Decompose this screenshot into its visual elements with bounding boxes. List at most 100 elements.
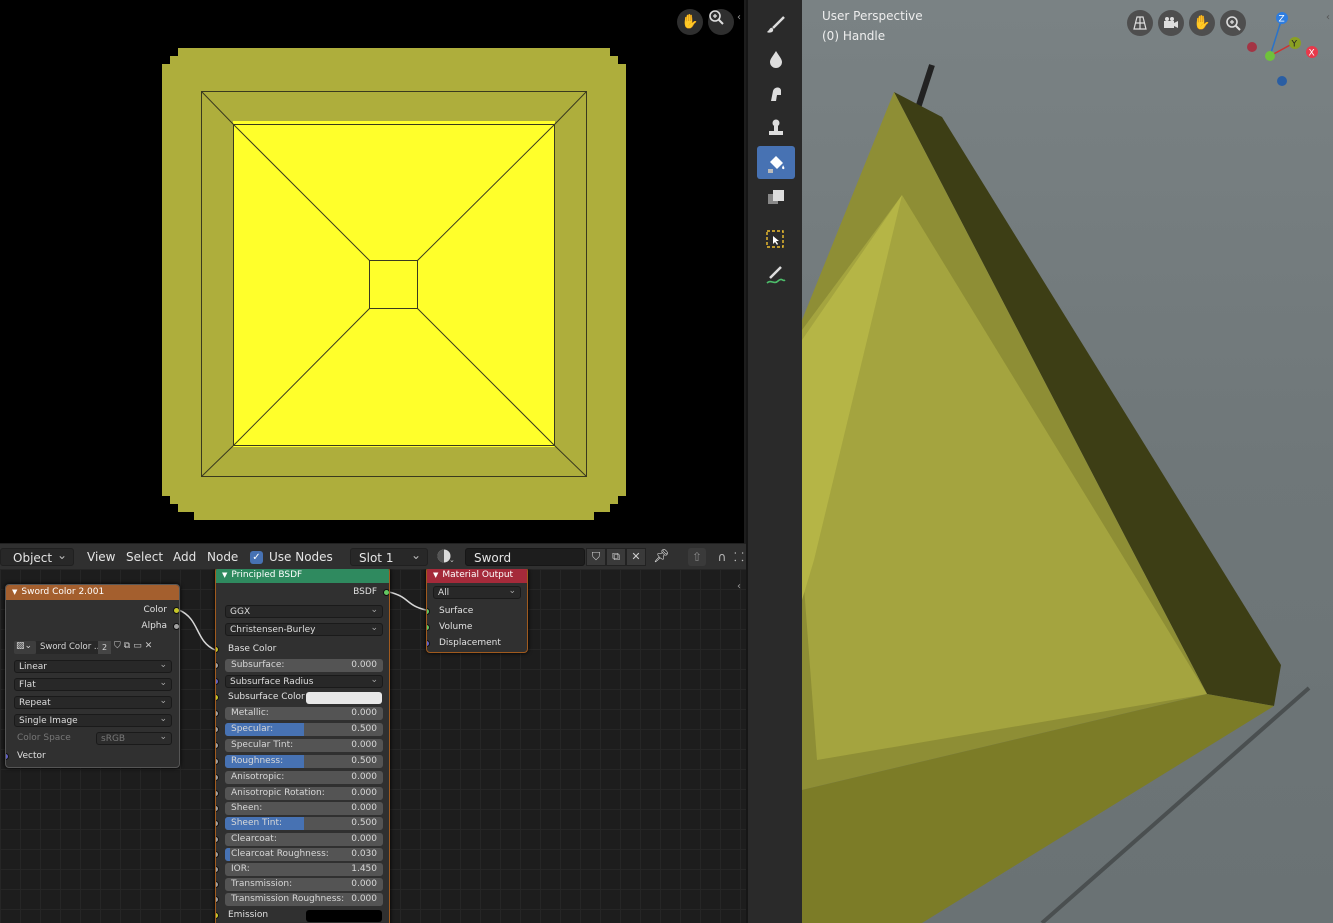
- pan-view-button[interactable]: ✋: [1189, 10, 1215, 36]
- tool-mask[interactable]: [757, 181, 795, 214]
- checkmark-icon[interactable]: ✓: [250, 551, 263, 564]
- menu-view[interactable]: View: [87, 548, 115, 566]
- slider-field-12[interactable]: Clearcoat Roughness: 0.030: [225, 847, 383, 861]
- zoom-view-button[interactable]: [708, 9, 734, 35]
- socket-field-9[interactable]: [216, 805, 219, 813]
- socket-field-8[interactable]: [216, 790, 219, 797]
- tool-soften[interactable]: [757, 42, 795, 75]
- uv-texture-canvas[interactable]: [0, 0, 744, 543]
- tool-draw[interactable]: [757, 7, 795, 40]
- socket-field-13[interactable]: [216, 866, 219, 873]
- color-swatch-2[interactable]: [306, 692, 382, 704]
- socket-field-6[interactable]: [216, 758, 219, 765]
- slider-field-4[interactable]: Specular: 0.500: [225, 723, 383, 736]
- tool-select-box[interactable]: [757, 223, 795, 256]
- source-dropdown[interactable]: Single Image: [14, 713, 172, 727]
- folder-icon[interactable]: ▭: [133, 641, 145, 651]
- duplicate-material-button[interactable]: ⧉: [606, 548, 626, 566]
- menu-select[interactable]: Select: [126, 548, 163, 566]
- output-target-dropdown[interactable]: All: [433, 585, 521, 599]
- material-output-header[interactable]: ▼ Material Output: [427, 569, 527, 583]
- slider-field-5[interactable]: Specular Tint: 0.000: [225, 739, 383, 752]
- 3d-viewport[interactable]: User Perspective (0) Handle ✋ Y Z X ‹: [802, 0, 1333, 923]
- socket-field-0[interactable]: [216, 662, 219, 669]
- slider-field-6[interactable]: Roughness: 0.500: [225, 755, 383, 768]
- use-nodes-toggle[interactable]: ✓ Use Nodes: [250, 548, 333, 566]
- parent-node-tree-button[interactable]: ⇧: [688, 548, 706, 566]
- socket-base-color-in[interactable]: [216, 646, 219, 653]
- sidebar-toggle-icon[interactable]: ‹: [737, 12, 741, 23]
- socket-field-4[interactable]: [216, 726, 219, 733]
- shield-icon[interactable]: ⛉: [114, 641, 124, 651]
- camera-view-button[interactable]: [1158, 10, 1184, 36]
- collapse-icon[interactable]: ▼: [222, 571, 227, 579]
- socket-surface-in[interactable]: [427, 608, 430, 615]
- socket-field-16[interactable]: [216, 911, 219, 919]
- navigation-gizmo[interactable]: Y Z X: [1242, 10, 1322, 90]
- overlay-button[interactable]: ⸬: [734, 548, 744, 566]
- projection-dropdown[interactable]: Flat: [14, 677, 172, 691]
- socket-volume-in[interactable]: [427, 624, 430, 631]
- image-texture-node-header[interactable]: ▼ Sword Color 2.001: [6, 585, 179, 600]
- pin-button[interactable]: 📌︎: [653, 548, 670, 566]
- fake-user-button[interactable]: ⛉: [586, 548, 606, 566]
- socket-field-3[interactable]: [216, 710, 219, 717]
- socket-field-15[interactable]: [216, 896, 219, 904]
- image-browse-button[interactable]: ▨⌄: [14, 641, 36, 654]
- image-name-field[interactable]: Sword Color ...: [36, 641, 98, 654]
- field-dropdown-1[interactable]: Subsurface Radius: [225, 674, 383, 688]
- extension-dropdown[interactable]: Repeat: [14, 695, 172, 709]
- socket-field-14[interactable]: [216, 881, 219, 889]
- slider-field-11[interactable]: Clearcoat: 0.000: [225, 832, 383, 846]
- slider-field-15[interactable]: Transmission Roughness: 0.000: [225, 893, 383, 907]
- tool-smear[interactable]: [757, 77, 795, 110]
- pan-view-button[interactable]: ✋: [677, 9, 703, 35]
- unlink-material-button[interactable]: ✕: [626, 548, 646, 566]
- socket-field-2[interactable]: [216, 694, 219, 701]
- menu-add[interactable]: Add: [173, 548, 196, 566]
- color-swatch-16[interactable]: [306, 909, 382, 922]
- interpolation-dropdown[interactable]: Linear: [14, 659, 172, 673]
- material-output-node[interactable]: ▼ Material Output All Surface Volume Disp…: [426, 569, 528, 653]
- material-browse-button[interactable]: ⌄: [436, 548, 464, 566]
- socket-field-5[interactable]: [216, 742, 219, 749]
- distribution-dropdown[interactable]: GGX: [225, 604, 383, 618]
- image-texture-node[interactable]: ▼ Sword Color 2.001 Color Alpha ▨⌄ Sword …: [5, 584, 180, 768]
- tool-clone[interactable]: [757, 111, 795, 144]
- socket-field-11[interactable]: [216, 835, 219, 843]
- slider-field-0[interactable]: Subsurface: 0.000: [225, 659, 383, 672]
- slot-dropdown[interactable]: Slot 1: [350, 546, 428, 566]
- socket-vector-in[interactable]: [6, 753, 9, 760]
- socket-field-1[interactable]: [216, 678, 219, 685]
- socket-displacement-in[interactable]: [427, 640, 430, 647]
- shader-node-editor[interactable]: ▼ Sword Color 2.001 Color Alpha ▨⌄ Sword …: [0, 569, 746, 923]
- image-editor[interactable]: ✋ ‹: [0, 0, 744, 543]
- socket-bsdf-out[interactable]: [383, 589, 389, 596]
- viewport-sidebar-toggle-icon[interactable]: ‹: [1326, 12, 1330, 23]
- socket-field-7[interactable]: [216, 774, 219, 781]
- copy-icon[interactable]: ⧉: [124, 641, 133, 651]
- snapping-button[interactable]: ∩: [712, 548, 732, 566]
- slider-field-7[interactable]: Anisotropic: 0.000: [225, 771, 383, 784]
- gizmo-neg-y[interactable]: [1265, 51, 1275, 61]
- close-icon[interactable]: ✕: [145, 641, 156, 651]
- principled-bsdf-node[interactable]: ▼ Principled BSDF BSDF GGX Christensen-Bu…: [215, 569, 390, 923]
- tool-annotate[interactable]: [757, 258, 795, 291]
- socket-color-out[interactable]: [173, 607, 179, 614]
- subsurface-method-dropdown[interactable]: Christensen-Burley: [225, 622, 383, 636]
- socket-field-12[interactable]: [216, 850, 219, 858]
- material-name-field[interactable]: Sword: [465, 548, 585, 566]
- menu-node[interactable]: Node: [207, 548, 238, 566]
- slider-field-10[interactable]: Sheen Tint: 0.500: [225, 817, 383, 831]
- gizmo-neg-x[interactable]: [1247, 42, 1257, 52]
- principled-bsdf-header[interactable]: ▼ Principled BSDF: [216, 569, 389, 583]
- slider-field-14[interactable]: Transmission: 0.000: [225, 878, 383, 892]
- collapse-icon[interactable]: ▼: [12, 588, 17, 596]
- collapse-icon[interactable]: ▼: [433, 571, 438, 579]
- node-sidebar-toggle-icon[interactable]: ‹: [737, 581, 741, 592]
- slider-field-3[interactable]: Metallic: 0.000: [225, 707, 383, 720]
- slider-field-9[interactable]: Sheen: 0.000: [225, 802, 383, 816]
- socket-alpha-out[interactable]: [173, 623, 179, 630]
- toggle-ortho-button[interactable]: [1127, 10, 1153, 36]
- gizmo-neg-z[interactable]: [1277, 76, 1287, 86]
